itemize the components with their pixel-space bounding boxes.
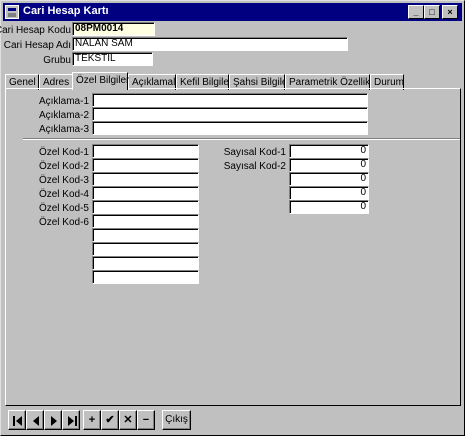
cari-hesap-adi-label: Cari Hesap Adı — [3, 40, 71, 51]
exit-button[interactable]: Çıkış — [162, 410, 191, 430]
insert-icon: + — [88, 414, 96, 426]
last-record-icon — [68, 416, 77, 426]
sayisal-kod-1-label: Sayısal Kod-1 — [223, 147, 286, 158]
delete-button[interactable]: − — [137, 410, 155, 430]
sayisal-kod-3-field[interactable]: 0 — [289, 172, 369, 186]
cari-hesap-adi-field[interactable]: NALAN SAM — [72, 37, 348, 51]
grubu-label: Grubu — [43, 55, 71, 66]
ozel-kod-1-field[interactable] — [92, 144, 199, 158]
aciklama-3-field[interactable] — [92, 121, 368, 135]
sayisal-kod-2-label: Sayısal Kod-2 — [223, 161, 286, 172]
ozel-kod-3-field[interactable] — [92, 172, 199, 186]
delete-icon: − — [142, 414, 150, 426]
tab-ozel-bilgiler[interactable]: Özel Bilgiler — [72, 72, 129, 90]
ozel-kod-6-label: Özel Kod-6 — [38, 217, 89, 228]
title-bar[interactable]: Cari Hesap Kartı _ □ × — [3, 3, 462, 21]
insert-button[interactable]: + — [83, 410, 101, 430]
aciklama-2-field[interactable] — [92, 107, 368, 121]
close-button[interactable]: × — [442, 5, 458, 19]
sayisal-kod-4-field[interactable]: 0 — [289, 186, 369, 200]
ozel-kod-6-field[interactable] — [92, 214, 199, 228]
post-button[interactable]: ✔ — [101, 410, 119, 430]
ozel-kod-4-field[interactable] — [92, 186, 199, 200]
cari-hesap-kodu-field[interactable]: 08PM0014 — [72, 22, 155, 36]
cancel-icon: ✕ — [123, 414, 133, 426]
prior-record-icon — [33, 416, 39, 426]
cari-hesap-karti-window: Cari Hesap Kartı _ □ × Cari Hesap Kodu 0… — [0, 0, 465, 436]
section-divider — [23, 138, 460, 140]
window-title: Cari Hesap Kartı — [23, 5, 109, 17]
sayisal-kod-2-field[interactable]: 0 — [289, 158, 369, 172]
ozel-kod-7-field[interactable] — [92, 228, 199, 242]
ozel-kod-8-field[interactable] — [92, 242, 199, 256]
ozel-kod-1-label: Özel Kod-1 — [38, 147, 89, 158]
ozel-kod-4-label: Özel Kod-4 — [38, 189, 89, 200]
ozel-kod-5-label: Özel Kod-5 — [38, 203, 89, 214]
grubu-field[interactable]: TEKSTİL — [72, 52, 153, 66]
ozel-kod-2-label: Özel Kod-2 — [38, 161, 89, 172]
ozel-kod-2-field[interactable] — [92, 158, 199, 172]
post-icon: ✔ — [105, 414, 115, 426]
ozel-kod-5-field[interactable] — [92, 200, 199, 214]
next-record-button[interactable] — [44, 410, 62, 430]
last-record-button[interactable] — [62, 410, 80, 430]
aciklama-3-label: Açıklama-3 — [38, 124, 89, 135]
prior-record-button[interactable] — [26, 410, 44, 430]
next-record-icon — [51, 416, 57, 426]
maximize-button[interactable]: □ — [424, 5, 440, 19]
ozel-kod-10-field[interactable] — [92, 270, 199, 284]
ozel-kod-9-field[interactable] — [92, 256, 199, 270]
sayisal-kod-1-field[interactable]: 0 — [289, 144, 369, 158]
minimize-button[interactable]: _ — [408, 5, 424, 19]
db-navigator: + ✔ ✕ − Çıkış — [6, 409, 460, 433]
aciklama-1-label: Açıklama-1 — [38, 96, 89, 107]
ozel-kod-3-label: Özel Kod-3 — [38, 175, 89, 186]
sayisal-kod-5-field[interactable]: 0 — [289, 200, 369, 214]
ozel-bilgiler-panel — [5, 88, 461, 406]
first-record-icon — [13, 416, 22, 426]
aciklama-1-field[interactable] — [92, 93, 368, 107]
aciklama-2-label: Açıklama-2 — [38, 110, 89, 121]
cari-hesap-kodu-label: Cari Hesap Kodu — [0, 25, 71, 36]
first-record-button[interactable] — [8, 410, 26, 430]
cancel-button[interactable]: ✕ — [119, 410, 137, 430]
app-icon — [5, 5, 19, 19]
